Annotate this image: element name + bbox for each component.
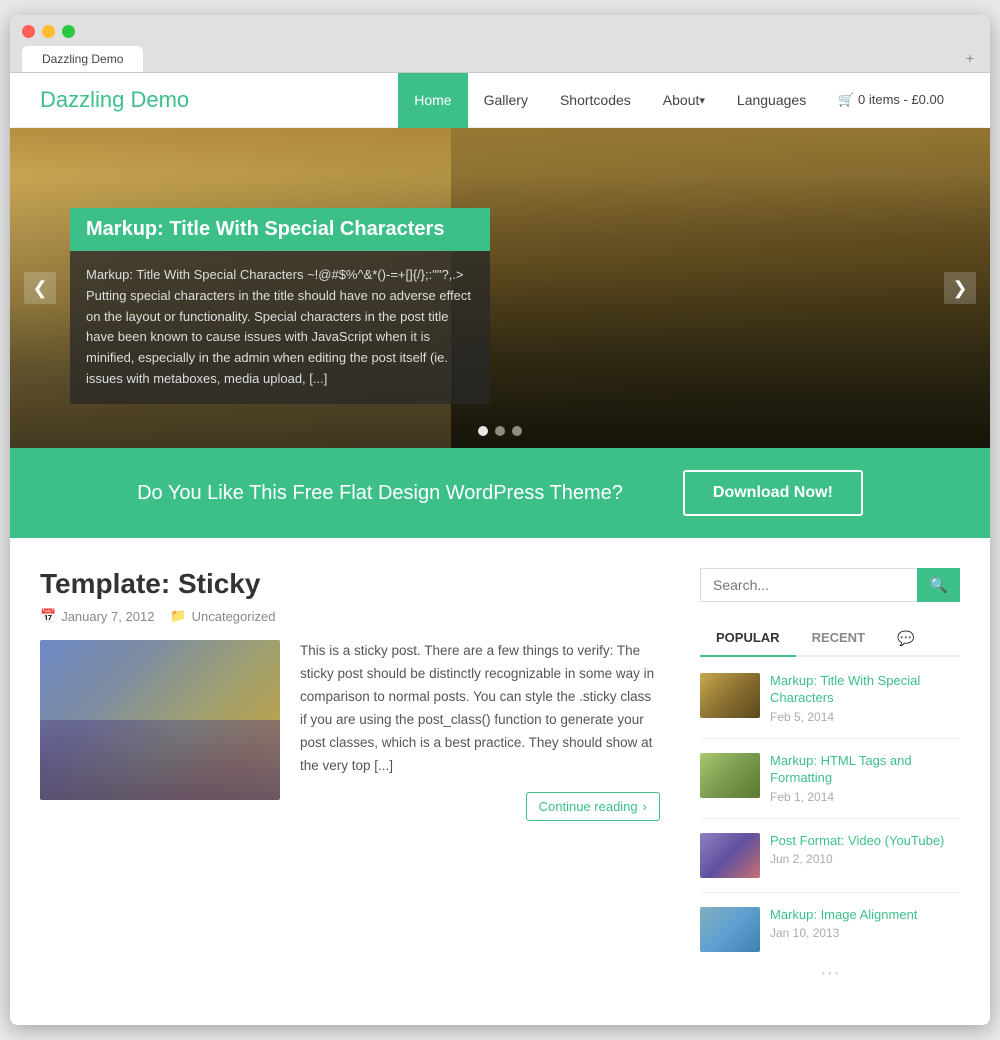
post-date-meta: 📅 January 7, 2012 bbox=[40, 608, 154, 624]
search-button[interactable]: 🔍 bbox=[917, 568, 960, 602]
nav-cart[interactable]: 🛒 0 items - £0.00 bbox=[822, 73, 960, 128]
hero-title: Markup: Title With Special Characters bbox=[70, 208, 490, 251]
recent-post-thumb-1 bbox=[700, 673, 760, 718]
folder-icon: 📁 bbox=[170, 608, 186, 624]
site-nav: Home Gallery Shortcodes About Languages … bbox=[398, 73, 960, 128]
download-button[interactable]: Download Now! bbox=[683, 470, 863, 516]
calendar-icon: 📅 bbox=[40, 608, 56, 624]
recent-post-date-1: Feb 5, 2014 bbox=[770, 710, 960, 724]
posts-column: Template: Sticky 📅 January 7, 2012 📁 Unc… bbox=[40, 568, 700, 985]
list-item: Post Format: Video (YouTube) Jun 2, 2010 bbox=[700, 818, 960, 878]
hero-content: Markup: Title With Special Characters Ma… bbox=[70, 208, 490, 404]
maximize-dot[interactable] bbox=[62, 25, 75, 38]
site-header: Dazzling Demo Home Gallery Shortcodes Ab… bbox=[10, 73, 990, 128]
recent-post-title-1[interactable]: Markup: Title With Special Characters bbox=[770, 673, 960, 707]
recent-post-date-4: Jan 10, 2013 bbox=[770, 926, 960, 940]
recent-post-thumb-2 bbox=[700, 753, 760, 798]
search-input[interactable] bbox=[700, 568, 917, 602]
post-excerpt: This is a sticky post. There are a few t… bbox=[300, 640, 660, 821]
post-meta: 📅 January 7, 2012 📁 Uncategorized bbox=[40, 608, 660, 624]
tab-comments[interactable]: 💬 bbox=[881, 622, 930, 657]
recent-post-thumb-3 bbox=[700, 833, 760, 878]
hero-dot-2[interactable] bbox=[495, 426, 505, 436]
hero-text: Markup: Title With Special Characters ~!… bbox=[70, 251, 490, 404]
recent-post-info-4: Markup: Image Alignment Jan 10, 2013 bbox=[770, 907, 960, 941]
recent-post-title-3[interactable]: Post Format: Video (YouTube) bbox=[770, 833, 960, 850]
post-thumbnail[interactable] bbox=[40, 640, 280, 800]
nav-shortcodes[interactable]: Shortcodes bbox=[544, 73, 647, 128]
browser-tabs: Dazzling Demo + bbox=[22, 46, 978, 72]
browser-chrome: Dazzling Demo + bbox=[10, 15, 990, 73]
site-logo[interactable]: Dazzling Demo bbox=[40, 87, 189, 113]
list-item: Markup: Title With Special Characters Fe… bbox=[700, 673, 960, 724]
recent-post-title-4[interactable]: Markup: Image Alignment bbox=[770, 907, 960, 924]
hero-prev-button[interactable]: ❮ bbox=[24, 272, 56, 304]
browser-tab[interactable]: Dazzling Demo bbox=[22, 46, 143, 72]
cta-banner: Do You Like This Free Flat Design WordPr… bbox=[10, 448, 990, 538]
tab-popular[interactable]: POPULAR bbox=[700, 622, 796, 657]
recent-post-title-2[interactable]: Markup: HTML Tags and Formatting bbox=[770, 753, 960, 787]
list-item: Markup: Image Alignment Jan 10, 2013 bbox=[700, 892, 960, 952]
hero-dot-3[interactable] bbox=[512, 426, 522, 436]
hero-trees bbox=[451, 128, 990, 448]
sidebar-column: 🔍 POPULAR RECENT 💬 Markup: Title With Sp… bbox=[700, 568, 960, 985]
recent-post-info-2: Markup: HTML Tags and Formatting Feb 1, … bbox=[770, 753, 960, 804]
expand-button[interactable]: + bbox=[966, 50, 978, 72]
hero-dot-1[interactable] bbox=[478, 426, 488, 436]
hero-dots bbox=[478, 426, 522, 436]
close-dot[interactable] bbox=[22, 25, 35, 38]
recent-post-info-1: Markup: Title With Special Characters Fe… bbox=[770, 673, 960, 724]
minimize-dot[interactable] bbox=[42, 25, 55, 38]
site-wrapper: Dazzling Demo Home Gallery Shortcodes Ab… bbox=[10, 73, 990, 1025]
browser-dots bbox=[22, 25, 978, 38]
search-icon: 🔍 bbox=[929, 577, 948, 594]
post-excerpt-text: This is a sticky post. There are a few t… bbox=[300, 640, 660, 778]
recent-post-date-2: Feb 1, 2014 bbox=[770, 790, 960, 804]
cta-text: Do You Like This Free Flat Design WordPr… bbox=[137, 482, 623, 505]
continue-reading-button[interactable]: Continue reading › bbox=[526, 792, 660, 821]
post-body: This is a sticky post. There are a few t… bbox=[40, 640, 660, 821]
post-category[interactable]: Uncategorized bbox=[192, 609, 276, 624]
recent-post-info-3: Post Format: Video (YouTube) Jun 2, 2010 bbox=[770, 833, 960, 867]
recent-post-date-3: Jun 2, 2010 bbox=[770, 852, 960, 866]
hero-slider: Markup: Title With Special Characters Ma… bbox=[10, 128, 990, 448]
post-date: January 7, 2012 bbox=[61, 609, 154, 624]
post-category-meta: 📁 Uncategorized bbox=[170, 608, 275, 624]
nav-home[interactable]: Home bbox=[398, 73, 467, 128]
recent-posts: Markup: Title With Special Characters Fe… bbox=[700, 673, 960, 952]
tab-recent[interactable]: RECENT bbox=[796, 622, 881, 657]
list-item: Markup: HTML Tags and Formatting Feb 1, … bbox=[700, 738, 960, 804]
search-box: 🔍 bbox=[700, 568, 960, 602]
nav-gallery[interactable]: Gallery bbox=[468, 73, 544, 128]
recent-post-thumb-4 bbox=[700, 907, 760, 952]
nav-about[interactable]: About bbox=[647, 73, 721, 128]
hero-next-button[interactable]: ❯ bbox=[944, 272, 976, 304]
arrow-right-icon: › bbox=[643, 799, 647, 814]
more-posts-hint: ··· bbox=[700, 962, 960, 985]
post-title: Template: Sticky bbox=[40, 568, 660, 600]
nav-languages[interactable]: Languages bbox=[721, 73, 822, 128]
main-content: Template: Sticky 📅 January 7, 2012 📁 Unc… bbox=[10, 538, 990, 1025]
browser-window: Dazzling Demo + Dazzling Demo Home Galle… bbox=[10, 15, 990, 1025]
widget-tabs: POPULAR RECENT 💬 bbox=[700, 622, 960, 657]
